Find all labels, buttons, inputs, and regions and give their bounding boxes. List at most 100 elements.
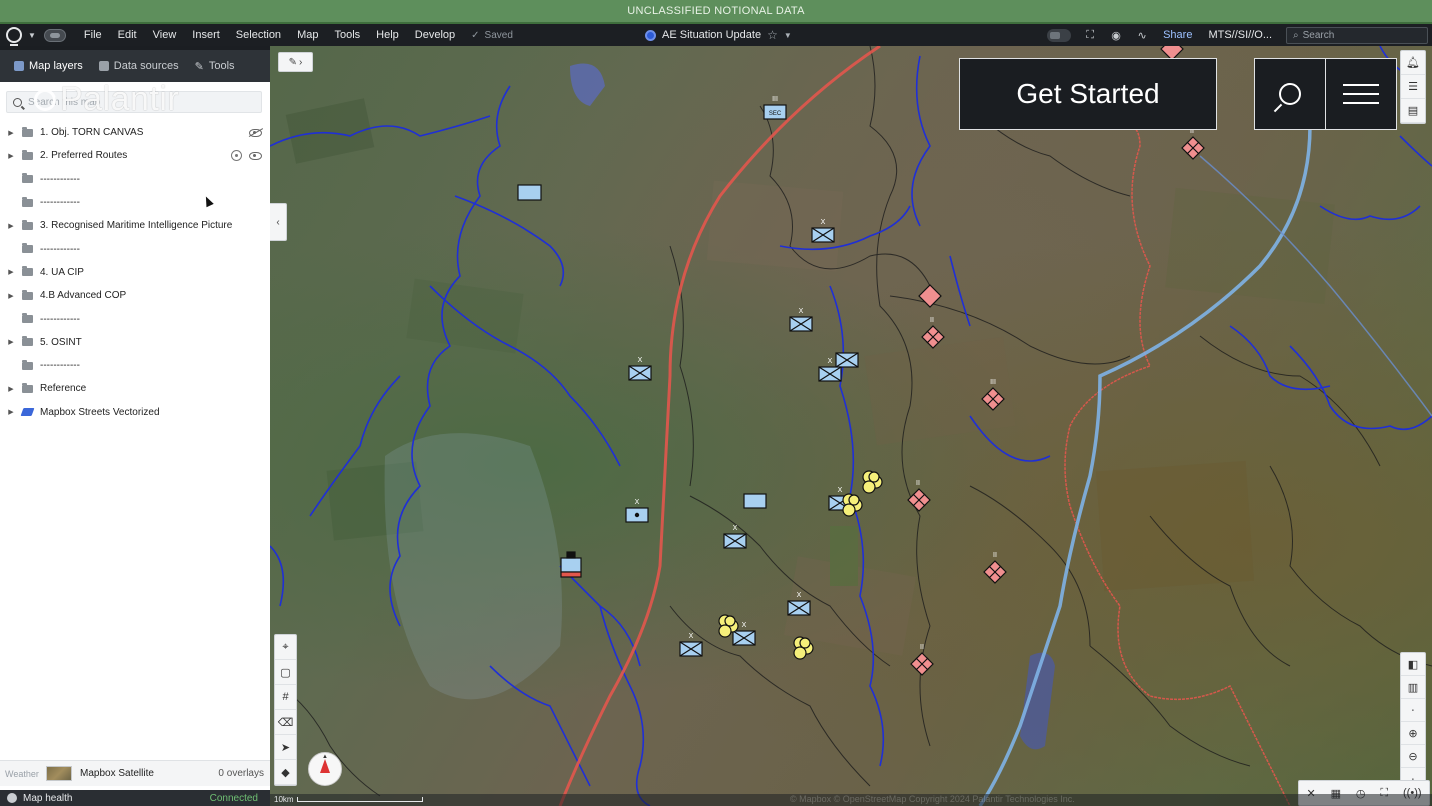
unit-marker-friendly[interactable]: X bbox=[723, 525, 747, 549]
basemap-label[interactable]: Mapbox Satellite bbox=[80, 768, 218, 779]
map-health-bar[interactable]: Map health Connected bbox=[0, 790, 270, 806]
north-compass[interactable]: ▲ bbox=[308, 752, 342, 786]
zoom-out-icon[interactable]: ⊖ bbox=[1401, 745, 1425, 768]
classification-marking[interactable]: MTS//SI//O... bbox=[1208, 29, 1272, 41]
compass-icon[interactable]: ◉ bbox=[1107, 28, 1125, 42]
3d-icon[interactable]: ◧ bbox=[1401, 653, 1425, 676]
expand-caret-icon[interactable]: ▶ bbox=[0, 408, 22, 416]
document-title[interactable]: AE Situation Update bbox=[662, 29, 761, 41]
unit-marker-hostile[interactable]: II bbox=[983, 552, 1007, 584]
menu-selection[interactable]: Selection bbox=[228, 29, 289, 41]
layer-item[interactable]: ▶ 5. OSINT bbox=[0, 331, 270, 354]
selection-tool-icon[interactable]: ⛶ bbox=[1081, 28, 1099, 42]
more-icon[interactable]: ⋅ bbox=[1401, 699, 1425, 722]
activity-icon[interactable]: ∿ bbox=[1133, 28, 1151, 42]
expand-caret-icon[interactable]: ▶ bbox=[0, 385, 22, 393]
basemap-thumbnail[interactable] bbox=[46, 766, 72, 781]
layer-item[interactable]: ------------ bbox=[0, 354, 270, 377]
menu-help[interactable]: Help bbox=[368, 29, 407, 41]
expand-caret-icon[interactable]: ▶ bbox=[0, 268, 22, 276]
unit-marker-friendly[interactable] bbox=[743, 493, 767, 509]
map-canvas[interactable]: SEC III X X X X X X X X X X II II III II… bbox=[270, 46, 1432, 806]
layer-item[interactable]: ▶ 4. UA CIP bbox=[0, 261, 270, 284]
eraser-icon[interactable]: ⌫ bbox=[275, 710, 296, 735]
unit-marker-friendly[interactable]: X bbox=[625, 499, 649, 523]
unit-marker-hostile[interactable]: II bbox=[907, 480, 931, 512]
grid-icon[interactable]: # bbox=[275, 685, 296, 710]
layer-item[interactable]: ▶ Reference bbox=[0, 377, 270, 400]
tab-data-sources[interactable]: Data sources bbox=[98, 50, 179, 82]
palantir-logo-icon[interactable] bbox=[6, 27, 22, 46]
eye-icon[interactable] bbox=[249, 151, 262, 160]
collapse-panel-button[interactable]: ‹ bbox=[270, 203, 287, 241]
unit-marker-friendly[interactable]: X bbox=[679, 633, 703, 657]
expand-caret-icon[interactable]: ▶ bbox=[0, 129, 22, 137]
site-search-button[interactable] bbox=[1255, 59, 1326, 129]
document-title-group[interactable]: AE Situation Update ☆ ▼ bbox=[645, 24, 792, 46]
chevron-down-icon[interactable]: ▼ bbox=[784, 31, 792, 40]
pin-icon[interactable]: ⌖ bbox=[275, 635, 296, 660]
layer-item[interactable]: ------------ bbox=[0, 307, 270, 330]
unit-marker-hostile[interactable]: II bbox=[921, 317, 945, 349]
eye-off-icon[interactable] bbox=[249, 128, 262, 137]
unit-marker-hostile[interactable]: II bbox=[910, 644, 934, 676]
basemap-footer[interactable]: Weather Mapbox Satellite 0 overlays bbox=[0, 760, 270, 786]
layer-item[interactable]: ------------ bbox=[0, 191, 270, 214]
expand-caret-icon[interactable]: ▶ bbox=[0, 292, 22, 300]
unit-echelon-label: X bbox=[638, 357, 643, 364]
layer-item[interactable]: ▶ Mapbox Streets Vectorized bbox=[0, 401, 270, 424]
frame-icon[interactable]: ▢ bbox=[275, 660, 296, 685]
tab-tools[interactable]: ✎ Tools bbox=[195, 50, 235, 82]
hamburger-menu-button[interactable] bbox=[1326, 59, 1396, 129]
building-icon[interactable]: ▥ bbox=[1401, 676, 1425, 699]
send-icon[interactable]: ➤ bbox=[275, 735, 296, 760]
unit-marker-unknown[interactable] bbox=[842, 493, 863, 517]
menu-view[interactable]: View bbox=[145, 29, 185, 41]
layer-item[interactable]: ------------ bbox=[0, 168, 270, 191]
layer-item[interactable]: ▶ 1. Obj. TORN CANVAS bbox=[0, 121, 270, 144]
tab-map-layers[interactable]: Map layers bbox=[14, 50, 83, 82]
weather-label[interactable]: Weather bbox=[0, 769, 46, 779]
layers-stack-icon[interactable]: ◆ bbox=[275, 760, 296, 785]
unit-marker-friendly[interactable] bbox=[517, 184, 542, 201]
expand-caret-icon[interactable]: ▶ bbox=[0, 338, 22, 346]
chevron-right-icon: › bbox=[299, 56, 303, 68]
menu-insert[interactable]: Insert bbox=[184, 29, 228, 41]
map-tool-column: ⌖ ▢ # ⌫ ➤ ◆ bbox=[274, 634, 297, 786]
menu-map[interactable]: Map bbox=[289, 29, 326, 41]
menu-edit[interactable]: Edit bbox=[110, 29, 145, 41]
layer-item[interactable]: ▶ 3. Recognised Maritime Intelligence Pi… bbox=[0, 214, 270, 237]
bell-icon[interactable]: 🔔︎ bbox=[1401, 51, 1425, 75]
layer-item[interactable]: ------------ bbox=[0, 237, 270, 260]
draw-tool-button[interactable]: ✎ › bbox=[278, 52, 313, 72]
menu-develop[interactable]: Develop bbox=[407, 29, 463, 41]
unit-marker-hostile[interactable]: II bbox=[1181, 128, 1205, 160]
star-icon[interactable]: ☆ bbox=[767, 28, 778, 42]
unit-marker-unknown[interactable] bbox=[862, 470, 883, 494]
pencil-icon: ✎ bbox=[288, 56, 298, 68]
view-toggle[interactable] bbox=[1047, 28, 1072, 42]
unit-marker-unknown[interactable] bbox=[793, 636, 814, 660]
zoom-to-layer-icon[interactable] bbox=[231, 150, 242, 162]
unit-marker-hq[interactable] bbox=[560, 551, 582, 578]
zoom-in-icon[interactable]: ⊕ bbox=[1401, 722, 1425, 745]
layer-item[interactable]: ▶ 4.B Advanced COP bbox=[0, 284, 270, 307]
get-started-button[interactable]: Get Started bbox=[959, 58, 1217, 130]
list-icon[interactable]: ☰ bbox=[1401, 75, 1425, 99]
comment-icon[interactable]: ▤ bbox=[1401, 99, 1425, 123]
menu-tools[interactable]: Tools bbox=[326, 29, 368, 41]
share-button[interactable]: Share bbox=[1163, 29, 1192, 41]
menu-file[interactable]: File bbox=[76, 29, 110, 41]
workspace-switcher-icon[interactable] bbox=[43, 28, 66, 42]
overlays-count[interactable]: 0 overlays bbox=[218, 768, 264, 779]
expand-caret-icon[interactable]: ▶ bbox=[0, 152, 22, 160]
layer-item[interactable]: ▶ 2. Preferred Routes bbox=[0, 144, 270, 167]
chevron-down-icon[interactable]: ▼ bbox=[28, 31, 36, 40]
unit-marker-friendly[interactable]: SEC III bbox=[763, 96, 787, 120]
unit-marker-hostile[interactable] bbox=[918, 284, 942, 308]
unit-marker-friendly[interactable]: X bbox=[628, 357, 652, 381]
unit-marker-friendly[interactable] bbox=[835, 352, 859, 368]
unit-marker-friendly[interactable]: X bbox=[789, 308, 813, 332]
expand-caret-icon[interactable]: ▶ bbox=[0, 222, 22, 230]
global-search-input[interactable]: ⌕ Search bbox=[1286, 26, 1428, 44]
